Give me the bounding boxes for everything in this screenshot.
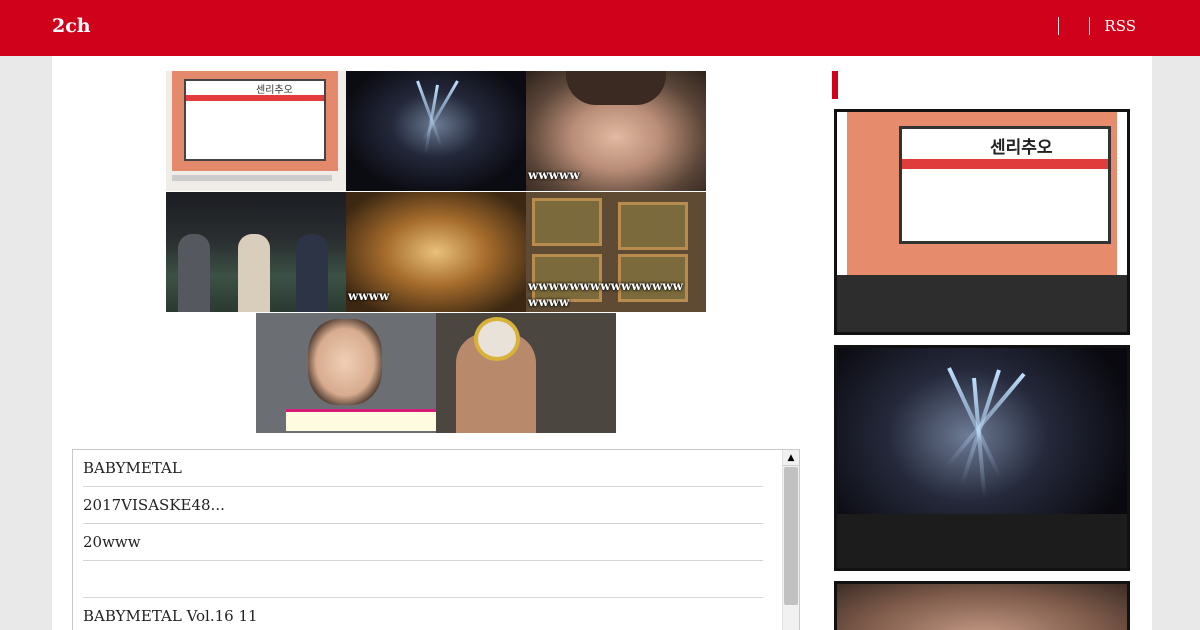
header-nav: RSS <box>1058 17 1136 35</box>
site-logo[interactable]: 2ch <box>52 15 91 37</box>
mosaic-tile-bento[interactable]: wwwwwwwwwwwwwww wwww <box>526 192 706 312</box>
list-item[interactable]: 20www <box>83 524 763 561</box>
image-mosaic: 센리추오 wwwww wwww wwwwwwwwwwwwwww wwww <box>166 71 706 433</box>
mosaic-tile-concert-stage[interactable] <box>346 71 526 191</box>
list-item[interactable]: BABYMETAL <box>83 450 763 487</box>
mosaic-tile-tv-show[interactable] <box>256 313 436 433</box>
sidebar-thumbnail-concert-stage[interactable] <box>834 345 1130 571</box>
nav-divider <box>1089 17 1091 35</box>
mosaic-tile-face[interactable]: wwwww <box>526 71 706 191</box>
article-list[interactable]: BABYMETAL 2017VISASKE48... 20www BABYMET… <box>72 449 800 630</box>
tile-caption: wwwwwwwwwwwwwww wwww <box>528 279 683 309</box>
mosaic-tile-performance[interactable]: wwww <box>346 192 526 312</box>
nav-divider <box>1058 17 1060 35</box>
list-scrollbar[interactable]: ▲ <box>782 450 799 630</box>
sidebar-heading-marker <box>832 71 838 99</box>
list-item[interactable]: 2017VISASKE48... <box>83 487 763 524</box>
list-item[interactable]: BABYMETAL Vol.16 11 <box>83 598 763 630</box>
main-content: 센리추오 wwwww wwww wwwwwwwwwwwwwww wwww BAB… <box>52 56 1152 630</box>
scrollbar-thumb[interactable] <box>784 467 798 605</box>
rss-link[interactable]: RSS <box>1104 17 1136 35</box>
mosaic-tile-station-sign[interactable]: 센리추오 <box>166 71 346 191</box>
tile-caption: wwww <box>348 289 390 303</box>
sidebar-thumbnail-station-sign[interactable]: 센리추오 <box>834 109 1130 335</box>
sidebar-thumbnail-face[interactable] <box>834 581 1130 630</box>
scroll-up-arrow-icon[interactable]: ▲ <box>783 450 799 466</box>
tile-caption: wwwww <box>528 168 580 182</box>
list-item[interactable] <box>83 561 763 598</box>
site-header: 2ch RSS <box>0 0 1200 56</box>
mosaic-tile-masked-wrestler[interactable] <box>436 313 616 433</box>
mosaic-tile-talk-show[interactable] <box>166 192 346 312</box>
